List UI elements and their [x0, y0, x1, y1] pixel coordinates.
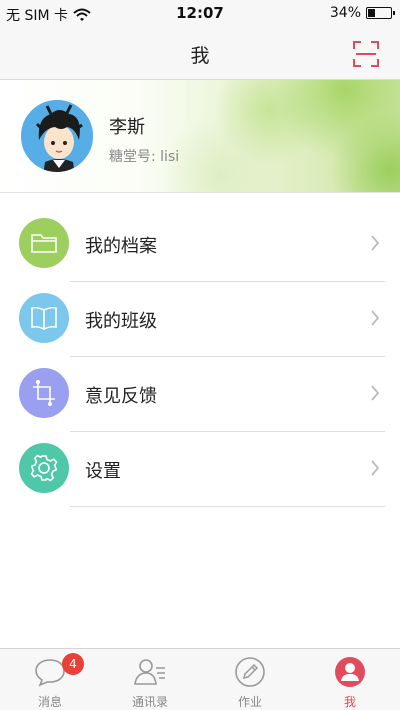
- menu-label: 我的班级: [85, 311, 157, 332]
- page-title: 我: [190, 45, 210, 67]
- profile-header[interactable]: 李斯 糖堂号: lisi: [0, 80, 400, 193]
- status-right: 34%: [329, 5, 395, 21]
- battery-icon: [366, 7, 395, 19]
- chevron-right-icon: [371, 310, 380, 326]
- chevron-right-icon: [371, 385, 380, 401]
- profile-id: 糖堂号: lisi: [109, 149, 180, 165]
- unread-badge: 4: [62, 653, 84, 675]
- menu-item-feedback[interactable]: 意见反馈: [0, 357, 400, 432]
- tab-bar: 4 消息 通讯录 作业 我: [0, 648, 400, 710]
- avatar[interactable]: [19, 98, 95, 174]
- status-bar: 无 SIM 卡 12:07 34%: [0, 0, 400, 28]
- tab-label: 通讯录: [131, 695, 168, 709]
- nav-bar: 我: [0, 28, 400, 80]
- tab-messages[interactable]: 4 消息: [0, 649, 100, 710]
- chevron-right-icon: [371, 460, 380, 476]
- gear-icon: [19, 443, 69, 493]
- battery-percent: 34%: [329, 5, 361, 21]
- screen: 无 SIM 卡 12:07 34% 我 李斯 糖堂号: lisi 我的档案 我的…: [0, 0, 400, 710]
- menu-label: 意见反馈: [85, 386, 157, 407]
- menu-label: 我的档案: [85, 236, 157, 257]
- divider: [70, 506, 385, 507]
- profile-name: 李斯: [109, 117, 145, 138]
- tab-label: 我: [343, 695, 356, 709]
- folder-icon: [19, 218, 69, 268]
- scan-icon[interactable]: [352, 40, 380, 68]
- menu-item-settings[interactable]: 设置: [0, 432, 400, 507]
- menu-list: 我的档案 我的班级 意见反馈 设置: [0, 207, 400, 507]
- tab-label: 作业: [237, 695, 262, 709]
- battery-level: [368, 9, 376, 17]
- user-icon: [335, 657, 365, 687]
- book-icon: [19, 293, 69, 343]
- menu-item-archive[interactable]: 我的档案: [0, 207, 400, 282]
- menu-item-class[interactable]: 我的班级: [0, 282, 400, 357]
- pencil-icon: [235, 657, 265, 687]
- tab-label: 消息: [37, 695, 62, 709]
- contacts-icon: [134, 659, 165, 685]
- tab-contacts[interactable]: 通讯录: [100, 649, 200, 710]
- crop-icon: [19, 368, 69, 418]
- avatar-image: [21, 100, 93, 172]
- tab-homework[interactable]: 作业: [200, 649, 300, 710]
- chevron-right-icon: [371, 235, 380, 251]
- menu-label: 设置: [85, 461, 121, 482]
- tab-me[interactable]: 我: [300, 649, 400, 710]
